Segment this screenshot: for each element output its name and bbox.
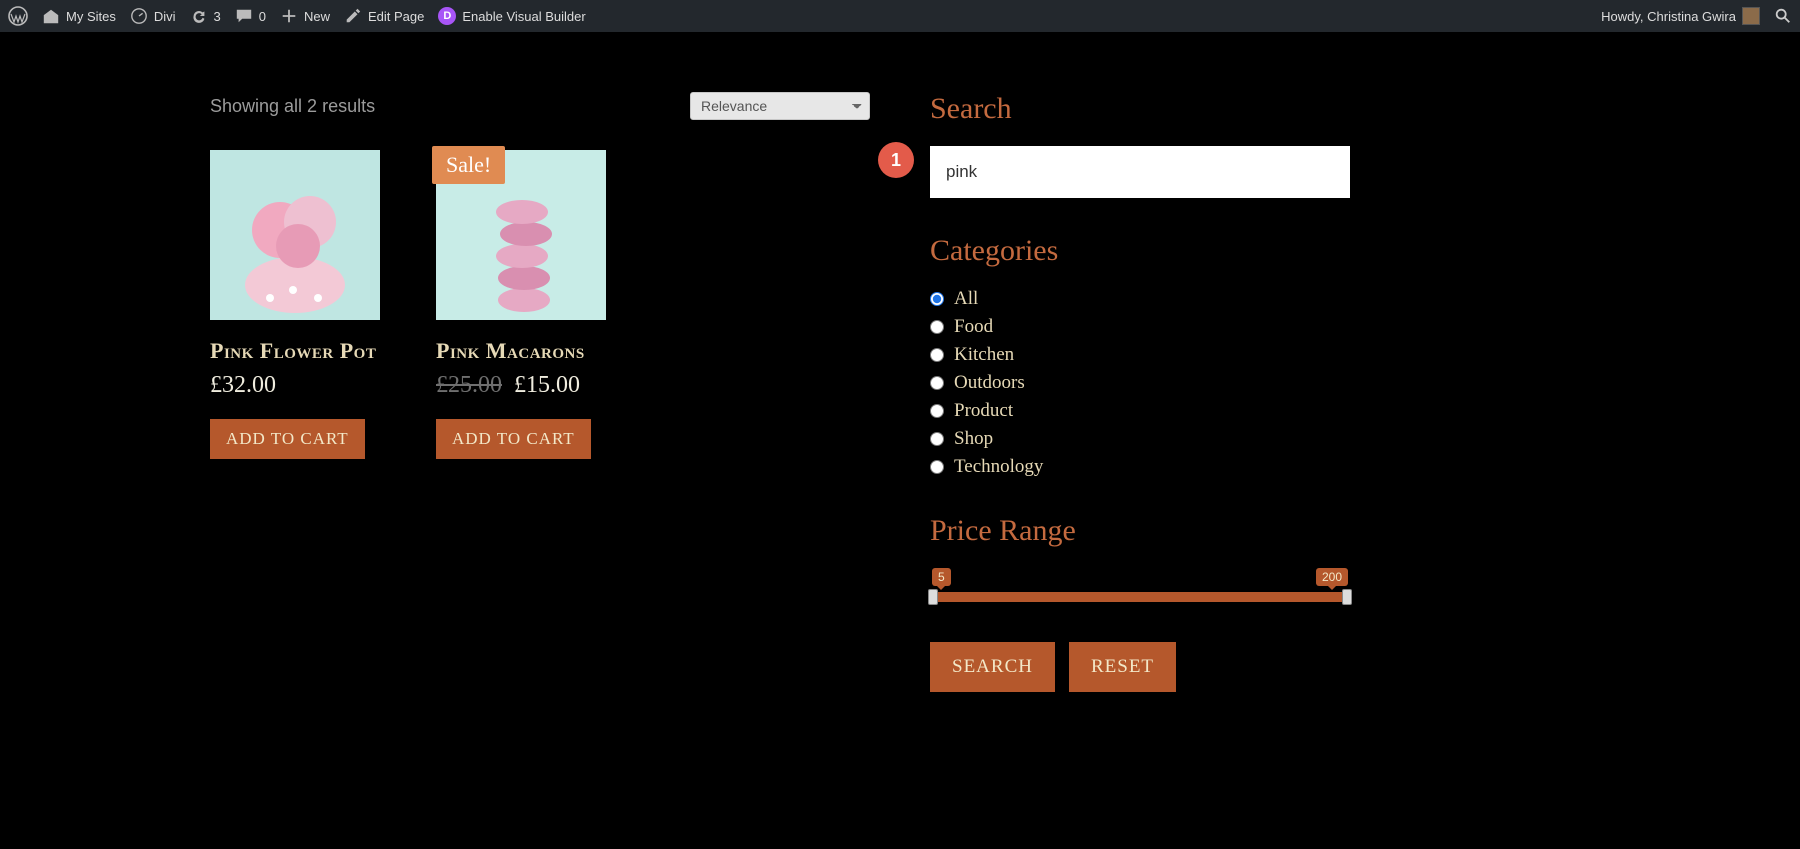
page-body: Showing all 2 results Relevance [0, 32, 1800, 768]
reset-button[interactable]: RESET [1069, 642, 1176, 692]
comments-count: 0 [259, 9, 266, 24]
category-item[interactable]: Technology [930, 456, 1350, 478]
site-name-link[interactable]: Divi [130, 7, 176, 25]
categories-list: All Food Kitchen Outdoors Product Shop Technol… [930, 288, 1350, 478]
product-price-current: £15.00 [514, 372, 580, 398]
search-widget: Search 1 [930, 92, 1350, 198]
product-image[interactable] [210, 150, 380, 320]
annotation-badge: 1 [878, 142, 914, 178]
shop-column: Showing all 2 results Relevance [210, 92, 870, 728]
category-radio[interactable] [930, 292, 944, 306]
category-item[interactable]: Outdoors [930, 372, 1350, 394]
add-to-cart-button[interactable]: ADD TO CART [436, 419, 591, 459]
shop-topline: Showing all 2 results Relevance [210, 92, 870, 120]
visual-builder-link[interactable]: D Enable Visual Builder [438, 7, 585, 25]
category-item[interactable]: All [930, 288, 1350, 310]
categories-title: Categories [930, 234, 1350, 268]
price-range-track [930, 592, 1350, 602]
product-price-current: £32.00 [210, 372, 276, 398]
product-title[interactable]: Pink Macarons [436, 338, 606, 364]
search-input[interactable] [930, 146, 1350, 198]
price-max-tag: 200 [1316, 568, 1348, 586]
category-radio[interactable] [930, 348, 944, 362]
adminbar-left: My Sites Divi 3 0 New Edit Page D Enable… [8, 6, 586, 26]
adminbar-search-icon[interactable] [1774, 7, 1792, 25]
category-label: All [954, 288, 978, 310]
product-card: Sale! Pink Macarons £25.00 £15.00 [436, 150, 606, 459]
category-label: Shop [954, 428, 993, 450]
price-range-slider[interactable]: 5 200 [930, 568, 1350, 602]
filter-actions: SEARCH RESET [930, 642, 1350, 692]
house-icon [42, 7, 60, 25]
category-radio[interactable] [930, 404, 944, 418]
user-avatar-icon [1742, 7, 1760, 25]
categories-widget: Categories All Food Kitchen Outdoors Product… [930, 234, 1350, 478]
category-item[interactable]: Kitchen [930, 344, 1350, 366]
price-range-handle-max[interactable] [1342, 589, 1352, 605]
sidebar-column: Search 1 Categories All Food Kitchen Outdoo… [930, 92, 1350, 728]
product-card: Pink Flower Pot £32.00 ADD TO CART [210, 150, 380, 459]
price-range-labels: 5 200 [930, 568, 1350, 586]
product-price: £25.00 £15.00 [436, 372, 606, 399]
flower-pot-illustration [210, 150, 380, 320]
plus-icon [280, 7, 298, 25]
price-range-handle-min[interactable] [928, 589, 938, 605]
adminbar-right: Howdy, Christina Gwira [1601, 7, 1792, 25]
category-label: Product [954, 400, 1013, 422]
category-label: Kitchen [954, 344, 1014, 366]
category-item[interactable]: Product [930, 400, 1350, 422]
comments-link[interactable]: 0 [235, 7, 266, 25]
category-radio[interactable] [930, 320, 944, 334]
howdy-label: Howdy, Christina Gwira [1601, 9, 1736, 24]
category-item[interactable]: Shop [930, 428, 1350, 450]
new-label: New [304, 9, 330, 24]
category-label: Food [954, 316, 993, 338]
search-title: Search [930, 92, 1350, 126]
edit-page-link[interactable]: Edit Page [344, 7, 424, 25]
gauge-icon [130, 7, 148, 25]
result-count: Showing all 2 results [210, 96, 375, 117]
price-range-title: Price Range [930, 514, 1350, 548]
category-item[interactable]: Food [930, 316, 1350, 338]
category-label: Technology [954, 456, 1043, 478]
visual-builder-label: Enable Visual Builder [462, 9, 585, 24]
wp-admin-bar: My Sites Divi 3 0 New Edit Page D Enable… [0, 0, 1800, 32]
wp-logo-icon[interactable] [8, 6, 28, 26]
category-radio[interactable] [930, 376, 944, 390]
category-label: Outdoors [954, 372, 1025, 394]
refresh-icon [190, 7, 208, 25]
product-price-old: £25.00 [436, 372, 502, 398]
sale-badge: Sale! [432, 146, 505, 184]
my-sites-label: My Sites [66, 9, 116, 24]
divi-icon: D [438, 7, 456, 25]
new-link[interactable]: New [280, 7, 330, 25]
pencil-icon [344, 7, 362, 25]
product-title[interactable]: Pink Flower Pot [210, 338, 380, 364]
product-grid: Pink Flower Pot £32.00 ADD TO CART Sale! [210, 150, 870, 459]
category-radio[interactable] [930, 460, 944, 474]
my-sites-link[interactable]: My Sites [42, 7, 116, 25]
product-price: £32.00 [210, 372, 380, 399]
updates-count: 3 [214, 9, 221, 24]
site-name-label: Divi [154, 9, 176, 24]
edit-page-label: Edit Page [368, 9, 424, 24]
add-to-cart-button[interactable]: ADD TO CART [210, 419, 365, 459]
search-button[interactable]: SEARCH [930, 642, 1055, 692]
orderby-select[interactable]: Relevance [690, 92, 870, 120]
comment-icon [235, 7, 253, 25]
howdy-link[interactable]: Howdy, Christina Gwira [1601, 7, 1760, 25]
price-range-widget: Price Range 5 200 SEARCH RESET [930, 514, 1350, 692]
updates-link[interactable]: 3 [190, 7, 221, 25]
price-min-tag: 5 [932, 568, 951, 586]
category-radio[interactable] [930, 432, 944, 446]
